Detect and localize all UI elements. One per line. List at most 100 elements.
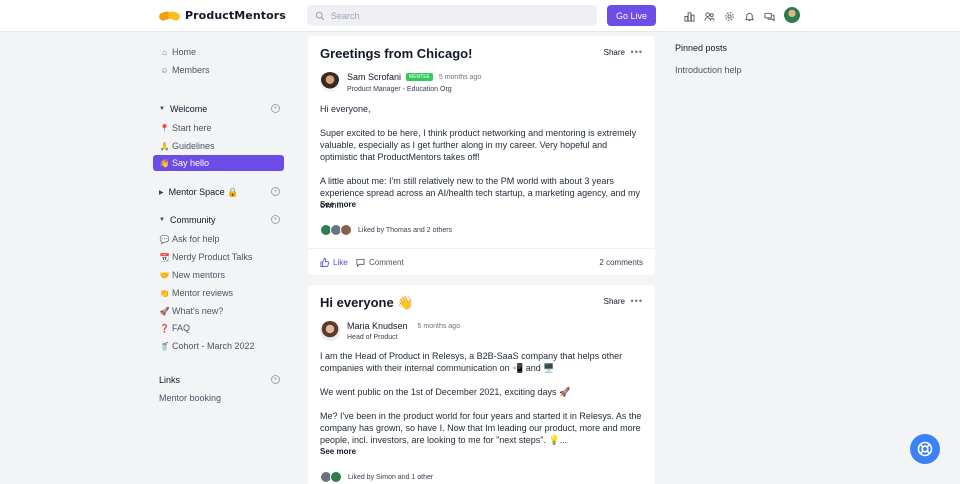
sidebar-item-members[interactable]: ☺ Members <box>153 62 284 78</box>
user-avatar[interactable] <box>784 7 800 23</box>
section-label: Links <box>159 375 181 385</box>
sidebar-item-start-here[interactable]: 📍 Start here <box>153 120 284 136</box>
see-more-link[interactable]: See more <box>320 200 356 209</box>
brand-logo[interactable]: ProductMentors <box>158 9 286 22</box>
section-label: Welcome <box>169 104 208 114</box>
clap-emoji: 👏 <box>159 288 170 298</box>
sidebar-item-mentor-reviews[interactable]: 👏 Mentor reviews <box>153 285 284 301</box>
sidebar-item-guidelines[interactable]: 🙏 Guidelines <box>153 138 284 154</box>
notifications-icon[interactable] <box>742 9 756 23</box>
post-timestamp: 5 months ago <box>417 322 460 330</box>
sidebar-item-mentor-booking[interactable]: Mentor booking <box>153 390 284 406</box>
mentee-badge: MENTEE <box>406 73 433 81</box>
home-icon: ⌂ <box>162 47 167 57</box>
sidebar-item-label: Cohort - March 2022 <box>172 341 255 351</box>
section-links[interactable]: Links + <box>153 372 284 388</box>
post-paragraph: Hi everyone, <box>320 104 371 114</box>
add-icon[interactable]: + <box>271 187 280 196</box>
sidebar-item-label: Mentor booking <box>159 393 222 403</box>
post-paragraph: A little about me: I'm still relatively … <box>320 176 641 210</box>
members-icon: ☺ <box>160 65 169 75</box>
help-chat-button[interactable] <box>910 434 940 464</box>
sidebar-item-label: What's new? <box>172 306 224 316</box>
sidebar: ⌂ Home ☺ Members ▼ Welcome + 📍 Start her… <box>0 33 300 484</box>
post-paragraph: We went public on the 1st of December 20… <box>320 387 571 397</box>
search-icon <box>315 11 325 20</box>
leaderboard-icon[interactable] <box>682 9 696 23</box>
liked-by-text[interactable]: Liked by Simon and 1 other <box>348 474 433 481</box>
section-community[interactable]: ▼ Community + <box>153 212 284 228</box>
like-button[interactable]: Like <box>320 258 348 267</box>
share-button[interactable]: Share <box>604 297 625 306</box>
share-button[interactable]: Share <box>604 48 625 57</box>
sidebar-item-label: New mentors <box>172 270 226 280</box>
sidebar-item-say-hello[interactable]: 👋 Say hello <box>153 155 284 171</box>
sidebar-item-faq[interactable]: ❓ FAQ <box>153 320 284 336</box>
sidebar-item-label: Say hello <box>172 158 210 168</box>
section-mentor-space[interactable]: ▶ Mentor Space 🔒 + <box>153 184 284 200</box>
add-icon[interactable]: + <box>271 215 280 224</box>
sidebar-item-label: FAQ <box>172 323 191 333</box>
sidebar-item-home[interactable]: ⌂ Home <box>153 44 284 60</box>
add-icon[interactable]: + <box>271 104 280 113</box>
search-bar[interactable] <box>307 5 597 26</box>
brand-name: ProductMentors <box>185 9 286 22</box>
post-title[interactable]: Greetings from Chicago! <box>320 46 472 61</box>
avatar[interactable] <box>320 72 340 92</box>
speech-emoji: 💬 <box>159 234 170 244</box>
sidebar-item-new-mentors[interactable]: 🤝 New mentors <box>153 267 284 283</box>
question-emoji: ❓ <box>159 323 170 333</box>
author-name[interactable]: Sam Scrofani <box>347 72 401 82</box>
pin-emoji: 📍 <box>159 123 170 133</box>
liker-avatar[interactable] <box>330 471 342 483</box>
settings-icon[interactable] <box>722 9 736 23</box>
author-name[interactable]: Maria Knudsen <box>347 321 408 331</box>
handshake-icon <box>158 9 181 22</box>
comments-count[interactable]: 2 comments <box>599 258 643 267</box>
messages-icon[interactable] <box>762 9 776 23</box>
chevron-right-icon: ▶ <box>159 189 164 196</box>
like-label: Like <box>333 258 348 267</box>
rocket-emoji: 🚀 <box>159 306 170 316</box>
section-welcome[interactable]: ▼ Welcome + <box>153 101 284 117</box>
cup-emoji: 🥤 <box>159 341 170 351</box>
sidebar-item-cohort-march-2022[interactable]: 🥤 Cohort - March 2022 <box>153 338 284 354</box>
post-timestamp: 5 months ago <box>438 73 482 81</box>
chevron-down-icon: ▼ <box>159 106 165 112</box>
calendar-emoji: 📆 <box>159 252 170 262</box>
pinned-post-link[interactable]: Introduction help <box>675 65 742 75</box>
post-paragraph: I am the Head of Product in Relesys, a B… <box>320 351 623 373</box>
see-more-link[interactable]: See more <box>320 447 356 456</box>
go-live-button[interactable]: Go Live <box>607 5 656 26</box>
liker-avatar[interactable] <box>340 224 352 236</box>
comment-button[interactable]: Comment <box>356 258 404 267</box>
handshake-emoji: 🤝 <box>159 270 170 280</box>
sidebar-item-whats-new[interactable]: 🚀 What's new? <box>153 303 284 319</box>
sidebar-item-label: Start here <box>172 123 212 133</box>
section-label: Community <box>169 215 216 225</box>
sidebar-item-nerdy-product-talks[interactable]: 📆 Nerdy Product Talks <box>153 249 284 265</box>
post-card: Greetings from Chicago! Share ••• Sam Sc… <box>308 36 655 275</box>
pinned-posts-heading: Pinned posts <box>675 43 728 53</box>
lifebuoy-icon <box>917 441 933 457</box>
section-label: Mentor Space 🔒 <box>168 186 239 197</box>
post-paragraph: Super excited to be here, I think produc… <box>320 128 637 162</box>
post-card: Hi everyone 👋 Share ••• Maria Knudsen 5 … <box>308 285 655 484</box>
sidebar-item-label: Nerdy Product Talks <box>172 252 253 262</box>
sidebar-item-label: Guidelines <box>172 141 215 151</box>
post-title[interactable]: Hi everyone 👋 <box>320 295 414 311</box>
sidebar-item-ask-for-help[interactable]: 💬 Ask for help <box>153 231 284 247</box>
search-input[interactable] <box>331 10 581 21</box>
more-options-icon[interactable]: ••• <box>631 296 643 306</box>
sidebar-item-label: Members <box>172 65 210 75</box>
add-icon[interactable]: + <box>271 375 280 384</box>
thumbs-up-icon <box>320 258 329 267</box>
members-icon[interactable] <box>702 9 716 23</box>
top-bar: ProductMentors Go Live <box>0 0 960 32</box>
more-options-icon[interactable]: ••• <box>631 47 643 57</box>
avatar[interactable] <box>320 321 340 341</box>
post-paragraph: Me? I've been in the product world for f… <box>320 411 642 445</box>
author-role: Head of Product <box>347 334 398 341</box>
liked-by-text[interactable]: Liked by Thomas and 2 others <box>358 227 452 234</box>
sidebar-item-label: Ask for help <box>172 234 220 244</box>
